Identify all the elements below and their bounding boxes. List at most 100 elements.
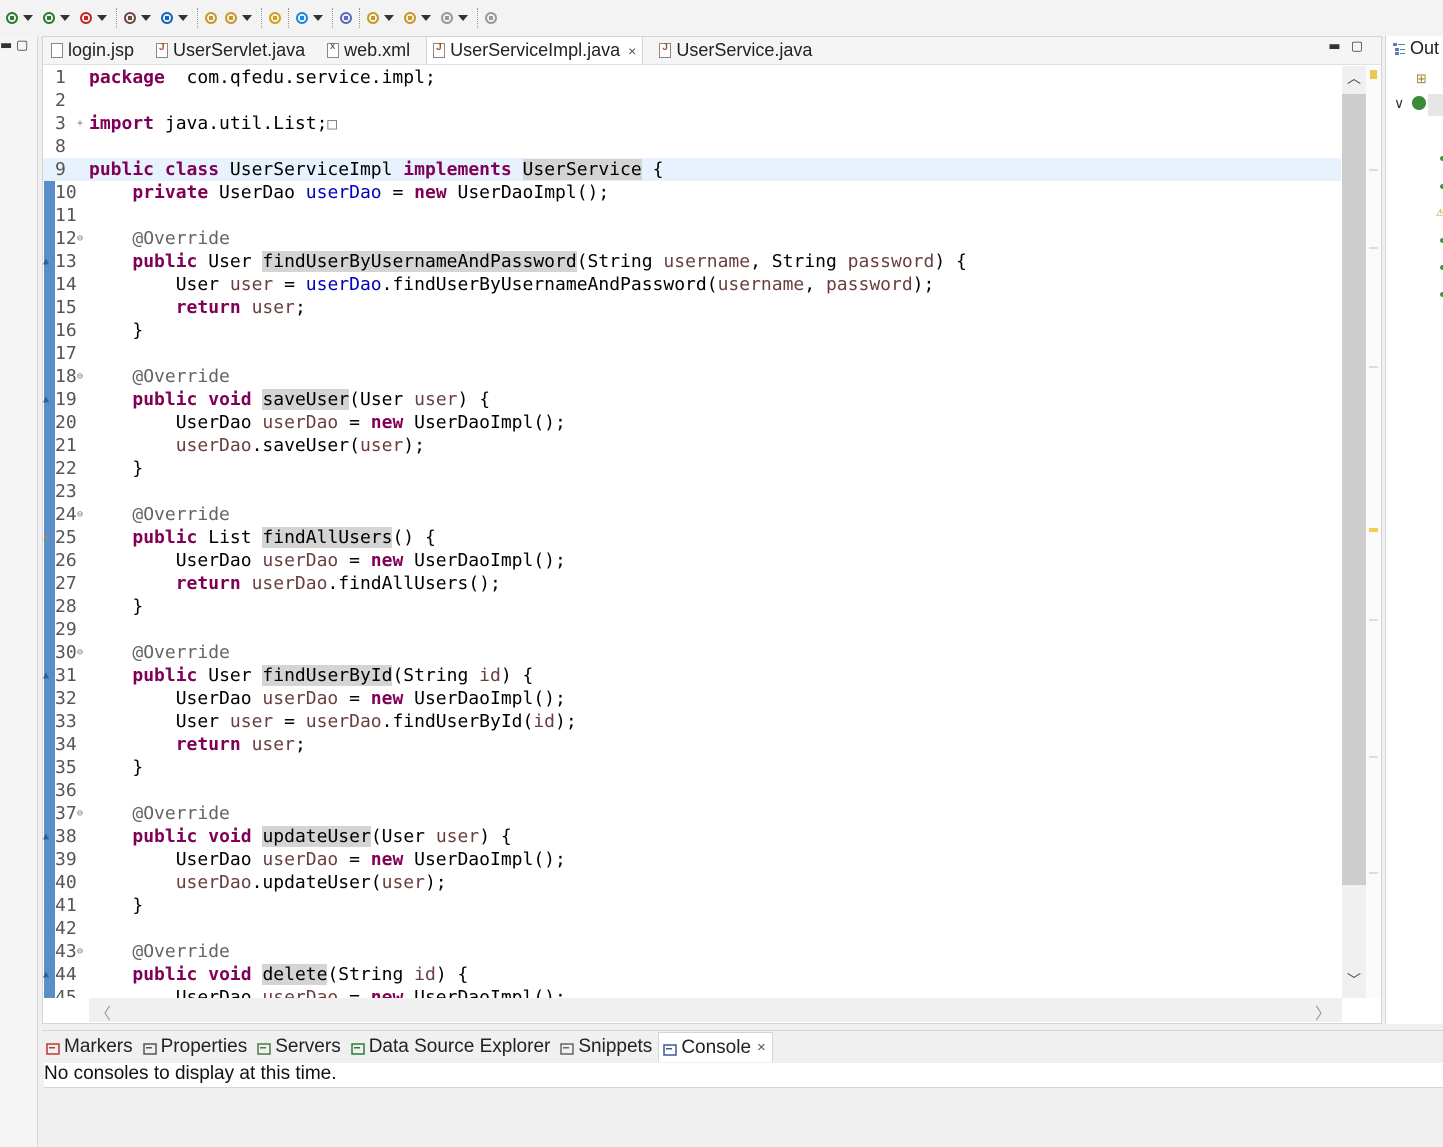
refresh-button[interactable] bbox=[157, 5, 194, 31]
code-token: @Override bbox=[132, 504, 230, 525]
back-button[interactable] bbox=[400, 5, 437, 31]
editor-tab-label: UserServlet.java bbox=[173, 39, 306, 60]
next-annotation-button[interactable] bbox=[336, 5, 356, 31]
code-token: ; bbox=[294, 297, 306, 318]
scroll-down-arrow-icon[interactable]: ﹀ bbox=[1347, 970, 1361, 990]
bottom-tab-markers[interactable]: Markers bbox=[42, 1032, 139, 1062]
code-token: } bbox=[89, 458, 144, 479]
collapse-fold-icon[interactable]: ⊖ bbox=[77, 641, 83, 664]
close-tab-icon[interactable]: × bbox=[757, 1039, 766, 1056]
vertical-scrollbar[interactable]: ︿ ﹀ bbox=[1342, 66, 1366, 998]
overview-task-marker[interactable] bbox=[1370, 70, 1377, 79]
scrollbar-thumb[interactable] bbox=[1342, 94, 1366, 885]
debug-icon bbox=[41, 10, 57, 26]
new-project-button[interactable] bbox=[120, 5, 157, 31]
warning-marker-icon[interactable]: ⚠ bbox=[43, 526, 49, 549]
line-number: 27 bbox=[55, 573, 77, 594]
code-token: userDao bbox=[262, 688, 339, 709]
code-token: ); bbox=[555, 711, 577, 732]
new-server-button[interactable] bbox=[2, 5, 39, 31]
horizontal-scrollbar[interactable]: 〈 〉 bbox=[89, 998, 1342, 1024]
editor-tab[interactable]: UserServiceImpl.java × bbox=[426, 36, 644, 64]
minimize-editor-button[interactable]: ▬ bbox=[1328, 39, 1350, 54]
code-line: 16 } bbox=[43, 319, 1341, 342]
override-marker-icon[interactable]: ▲ bbox=[43, 825, 49, 848]
override-marker-icon[interactable]: ▲ bbox=[43, 388, 49, 411]
code-token: User bbox=[197, 665, 263, 686]
code-token: () { bbox=[392, 527, 436, 548]
bottom-tab-console[interactable]: Console × bbox=[658, 1032, 773, 1062]
restore-button[interactable]: ▬ bbox=[0, 38, 12, 53]
editor-tab[interactable]: UserServlet.java bbox=[150, 36, 311, 64]
forward-button[interactable] bbox=[437, 5, 474, 31]
expand-fold-icon[interactable]: + bbox=[77, 112, 83, 135]
collapsed-imports-box[interactable]: □ bbox=[327, 114, 337, 133]
left-minimized-panel: ▬ ▢ bbox=[0, 36, 38, 1147]
override-marker-icon[interactable]: ▲ bbox=[43, 250, 49, 273]
code-token: return bbox=[175, 573, 241, 594]
collapse-fold-icon[interactable]: ⊖ bbox=[77, 227, 83, 250]
editor-tab[interactable]: UserService.java bbox=[653, 36, 818, 64]
outline-tab[interactable]: Out bbox=[1392, 38, 1439, 59]
dropdown-arrow-icon[interactable] bbox=[60, 15, 70, 21]
line-number: 32 bbox=[55, 688, 77, 709]
code-token: void bbox=[208, 389, 252, 410]
scroll-up-arrow-icon[interactable]: ︿ bbox=[1347, 68, 1361, 88]
scroll-left-arrow-icon[interactable]: 〈 bbox=[95, 1000, 111, 1024]
close-tab-icon[interactable]: × bbox=[628, 43, 636, 59]
override-marker-icon[interactable]: ▲ bbox=[43, 963, 49, 986]
open-type-button[interactable] bbox=[221, 5, 258, 31]
open-perspective-button[interactable] bbox=[481, 5, 501, 31]
dropdown-arrow-icon[interactable] bbox=[23, 15, 33, 21]
properties-icon bbox=[142, 1040, 157, 1055]
search-button[interactable] bbox=[265, 5, 285, 31]
overview-ruler[interactable] bbox=[1366, 66, 1381, 998]
overview-marker bbox=[1369, 756, 1378, 758]
collapse-fold-icon[interactable]: ⊖ bbox=[77, 940, 83, 963]
code-token: ) { bbox=[934, 251, 967, 272]
code-line: 44 ▲ public void delete(String id) { bbox=[43, 963, 1341, 986]
overview-warning-marker[interactable] bbox=[1369, 528, 1378, 532]
dropdown-arrow-icon[interactable] bbox=[97, 15, 107, 21]
selected-item[interactable] bbox=[1428, 94, 1443, 116]
package-icon: ⊞ bbox=[1416, 72, 1427, 87]
debug-button[interactable] bbox=[39, 5, 76, 31]
collapse-fold-icon[interactable]: ⊖ bbox=[77, 365, 83, 388]
code-token: new bbox=[370, 688, 404, 709]
maximize-button[interactable]: ▢ bbox=[16, 38, 28, 53]
editor-tab[interactable]: login.jsp bbox=[45, 36, 140, 64]
code-text: @Override bbox=[89, 503, 230, 526]
bottom-tab-label: Snippets bbox=[578, 1036, 653, 1057]
code-token: .findUserById( bbox=[381, 711, 534, 732]
editor-tab[interactable]: web.xml bbox=[321, 36, 416, 64]
expand-chevron-icon[interactable]: ∨ bbox=[1394, 96, 1404, 112]
code-editor[interactable]: 1 package com.qfedu.service.impl; 2 3 + impor… bbox=[43, 66, 1341, 998]
scroll-right-arrow-icon[interactable]: 〉 bbox=[1315, 1000, 1331, 1024]
dropdown-arrow-icon[interactable] bbox=[178, 15, 188, 21]
dropdown-arrow-icon[interactable] bbox=[421, 15, 431, 21]
open-folder-button[interactable] bbox=[201, 5, 221, 31]
override-marker-icon[interactable]: ▲ bbox=[43, 664, 49, 687]
bottom-tab-servers[interactable]: Servers bbox=[253, 1032, 346, 1062]
bottom-tab-data-source-explorer[interactable]: Data Source Explorer bbox=[347, 1032, 557, 1062]
globe-button[interactable] bbox=[292, 5, 329, 31]
code-line: 40 userDao.updateUser(user); bbox=[43, 871, 1341, 894]
collapse-fold-icon[interactable]: ⊖ bbox=[77, 802, 83, 825]
maximize-editor-button[interactable]: ▢ bbox=[1351, 39, 1373, 54]
code-token: public bbox=[132, 665, 198, 686]
bottom-tab-snippets[interactable]: Snippets bbox=[556, 1032, 658, 1062]
code-token: , String bbox=[750, 251, 848, 272]
dropdown-arrow-icon[interactable] bbox=[141, 15, 151, 21]
bottom-tab-properties[interactable]: Properties bbox=[139, 1032, 254, 1062]
dropdown-arrow-icon[interactable] bbox=[384, 15, 394, 21]
dropdown-arrow-icon[interactable] bbox=[458, 15, 468, 21]
collapse-fold-icon[interactable]: ⊖ bbox=[77, 503, 83, 526]
code-token: new bbox=[370, 849, 404, 870]
dropdown-arrow-icon[interactable] bbox=[242, 15, 252, 21]
dropdown-arrow-icon[interactable] bbox=[313, 15, 323, 21]
prev-annotation-button[interactable] bbox=[363, 5, 400, 31]
run-button[interactable] bbox=[76, 5, 113, 31]
